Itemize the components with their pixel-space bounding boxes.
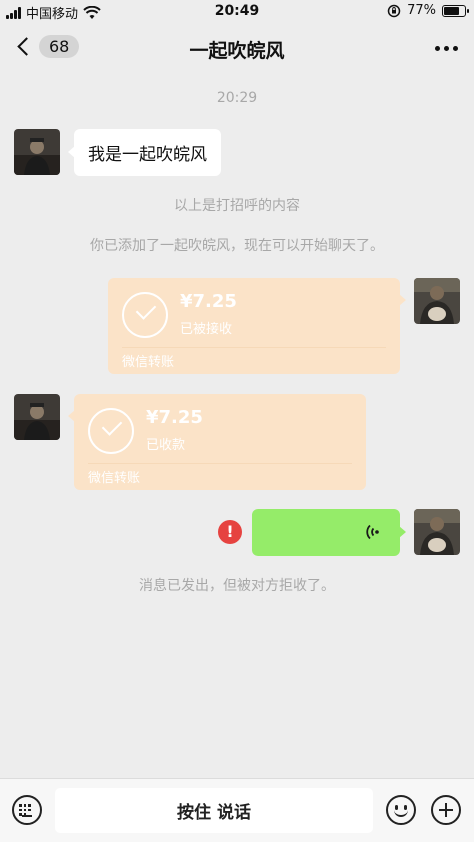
status-right: 77% bbox=[387, 3, 469, 18]
greeting-message-text: 我是一起吹皖风 bbox=[88, 145, 207, 165]
voice-message-bubble[interactable] bbox=[252, 509, 406, 556]
my-avatar[interactable] bbox=[414, 509, 460, 555]
system-note-rejected: 消息已发出，但被对方拒收了。 bbox=[139, 578, 335, 594]
contact-avatar[interactable] bbox=[14, 394, 60, 440]
emoji-icon[interactable] bbox=[386, 795, 416, 825]
keyboard-icon[interactable] bbox=[12, 795, 42, 825]
nav-bar: 68 一起吹皖风 bbox=[0, 24, 474, 74]
transfer-divider bbox=[122, 347, 386, 348]
transfer-label: 微信转账 bbox=[122, 355, 175, 370]
greeting-message-bubble[interactable]: 我是一起吹皖风 bbox=[68, 129, 221, 176]
hold-to-talk-button[interactable]: 按住 说话 bbox=[55, 788, 373, 833]
chat-title: 一起吹皖风 bbox=[189, 40, 285, 62]
transfer-card-sent[interactable]: ¥7.25 已被接收 微信转账 bbox=[108, 278, 406, 374]
voice-wave-icon bbox=[366, 524, 379, 540]
orientation-lock-icon bbox=[387, 4, 401, 17]
my-avatar[interactable] bbox=[414, 278, 460, 324]
transfer-amount: ¥7.25 bbox=[180, 291, 237, 312]
plus-icon[interactable] bbox=[431, 795, 461, 825]
battery-fill bbox=[444, 6, 460, 15]
transfer-card-received[interactable]: ¥7.25 已收款 微信转账 bbox=[68, 394, 366, 490]
input-bar: 按住 说话 bbox=[0, 778, 474, 842]
error-icon[interactable]: ! bbox=[218, 520, 242, 544]
status-bar: 中国移动 20:49 77% bbox=[0, 0, 474, 24]
transfer-amount: ¥7.25 bbox=[146, 407, 203, 428]
battery-icon bbox=[442, 4, 469, 17]
check-icon bbox=[122, 292, 168, 338]
battery-percent: 77% bbox=[407, 3, 436, 18]
contact-avatar[interactable] bbox=[14, 129, 60, 175]
check-icon bbox=[88, 408, 134, 454]
transfer-status: 已收款 bbox=[146, 438, 186, 453]
transfer-label: 微信转账 bbox=[88, 471, 141, 486]
system-note-added: 你已添加了一起吹皖风，现在可以开始聊天了。 bbox=[90, 238, 384, 254]
transfer-divider bbox=[88, 463, 352, 464]
system-note-greeting: 以上是打招呼的内容 bbox=[174, 198, 300, 214]
message-timestamp: 20:29 bbox=[216, 90, 258, 106]
more-icon[interactable] bbox=[435, 46, 458, 51]
transfer-status: 已被接收 bbox=[180, 322, 233, 337]
